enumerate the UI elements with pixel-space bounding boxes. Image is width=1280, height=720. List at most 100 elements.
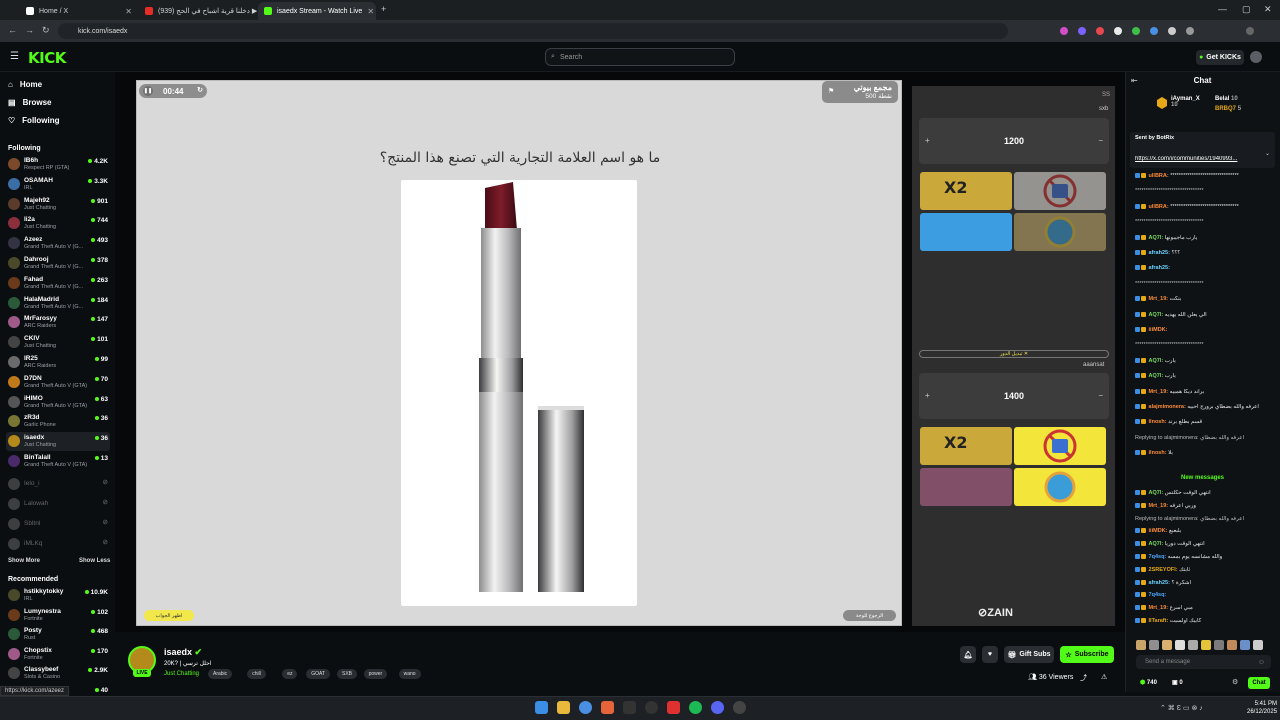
close-window-button[interactable]: ✕ [1264,4,1272,15]
show-more-button[interactable]: Show More [8,558,40,564]
chat-message[interactable]: Mrt_19: براند ديكا همبيه [1135,389,1273,396]
wheel-card[interactable] [1014,213,1106,251]
chat-username[interactable]: iiiMDK: [1149,528,1168,534]
chat-username[interactable]: ilnosh: [1149,419,1167,425]
send-chat-button[interactable]: Chat [1248,677,1270,689]
extension-icon[interactable] [1114,27,1122,35]
chat-message[interactable]: AQ7l: يارب ماجيبونها [1135,235,1273,242]
tag-pill[interactable]: Arabic [208,669,233,679]
chat-username[interactable]: ullBRA: [1149,204,1169,210]
brave-icon[interactable] [601,701,614,714]
subscribe-button[interactable]: ☆ Subscribe [1060,646,1114,663]
recommended-channel[interactable]: Posty Rust 468 [6,625,110,644]
app-icon[interactable] [645,701,658,714]
chat-username[interactable]: AQ7l: [1149,490,1164,496]
chat-message[interactable]: ******************************** [1135,188,1273,195]
chat-message[interactable]: ******************************** [1135,219,1273,226]
sidebar-channel[interactable]: Dahrooj Grand Theft Auto V (G... 378 [6,254,110,273]
reset-icon[interactable]: ↻ [197,86,203,94]
chat-username[interactable]: 2SREYOFI: [1149,567,1178,573]
chat-message[interactable]: AQ7l: يارب [1135,373,1273,380]
maximize-button[interactable]: ▢ [1242,4,1251,15]
extension-icon[interactable] [1060,27,1068,35]
chat-message[interactable]: iiiMDK: بلبعبع [1135,528,1273,535]
settings-icon[interactable]: ⚙ [1232,678,1238,686]
flag-icon[interactable]: ⚑ [828,87,834,96]
url-field[interactable]: kick.com/isaedx [58,23,1008,39]
leader-1[interactable]: iAyman_X 10 [1171,96,1200,108]
sidebar-channel[interactable]: isaedx Just Chatting 36 [6,432,110,452]
call-friend-card-team2[interactable] [920,468,1012,506]
report-icon[interactable]: ⚠ [1101,673,1107,681]
sidebar-channel[interactable]: iHIMO Grand Theft Auto V (GTA) 63 [6,393,110,412]
chat-message[interactable]: afrah25: اشكرة ؟ [1135,580,1273,587]
chat-username[interactable]: AQ7l: [1149,358,1164,364]
profile-icon[interactable] [1246,27,1254,35]
sidebar-channel[interactable]: Fahad Grand Theft Auto V (G... 263 [6,274,110,293]
browser-tab-youtube[interactable]: (939) دخلنا قرية اشباح في الحج ▶ ✕ [139,2,257,20]
chat-username[interactable]: afrah25: [1149,250,1170,256]
chat-username[interactable]: afrah25: [1149,580,1170,586]
chat-username[interactable]: AQ7l: [1149,541,1164,547]
chat-username[interactable]: Mrt_19: [1149,605,1169,611]
chat-message[interactable]: afrah25: [1135,265,1273,272]
emoji-icon[interactable]: ☺ [1258,659,1265,666]
chat-message[interactable]: AQ7l: الي يعلن الله يهديه [1135,312,1273,319]
sidebar-channel[interactable]: IB6h Respect RP (GTA) 4.2K [6,155,110,174]
tag-pill[interactable]: SXB [337,669,358,679]
chat-message[interactable]: AQ7l: يارب [1135,358,1273,365]
chat-username[interactable]: AQ7l: [1149,312,1164,318]
chat-message[interactable]: IITaraft: كابيك اولسيت [1135,618,1273,625]
chat-message[interactable]: ullBRA: ******************************** [1135,173,1273,180]
tag-pill[interactable]: GOAT [306,669,330,679]
app-icon[interactable] [733,701,746,714]
nav-browse[interactable]: ▤ Browse [8,98,51,107]
sidebar-channel[interactable]: Majeh92 Just Chatting 901 [6,195,110,214]
leader-3[interactable]: BRBQ7 5 [1215,106,1241,112]
nav-following[interactable]: ♡ Following [8,116,60,125]
chat-message[interactable]: iiiMDK: [1135,327,1273,334]
chat-message[interactable]: ******************************** [1135,281,1273,288]
chat-username[interactable]: afrah25: [1149,265,1170,271]
user-avatar[interactable] [1250,51,1262,63]
extension-icon[interactable] [1132,27,1140,35]
sidebar-channel[interactable]: MrFarosyy ARC Raiders 147 [6,313,110,332]
chat-message[interactable]: 2SREYOFI: ثابتك [1135,567,1273,574]
sidebar-channel[interactable]: D7DN Grand Theft Auto V (GTA) 70 [6,373,110,392]
show-less-button[interactable]: Show Less [79,558,110,564]
x2-card[interactable]: X2 [920,172,1012,210]
chat-message[interactable]: afrah25: ؟؟؟ [1135,250,1273,257]
recommended-channel[interactable]: Lumynestra Fortnite 102 [6,606,110,625]
chat-message[interactable]: 7q4sq: والله مشانسه يوم بمسه [1135,554,1273,561]
chat-message[interactable]: ullBRA: ******************************** [1135,204,1273,211]
block-card[interactable] [1014,172,1106,210]
new-tab-button[interactable]: + [381,4,386,14]
extension-icon[interactable] [1168,27,1176,35]
nav-home[interactable]: ⌂ Home [8,80,42,89]
sidebar-channel-offline[interactable]: Ielo_i ⊘ [6,475,110,494]
discord-icon[interactable] [711,701,724,714]
chat-username[interactable]: Mrt_19: [1149,389,1169,395]
reload-icon[interactable]: ↻ [42,25,50,36]
sidebar-channel[interactable]: Azeez Grand Theft Auto V (G... 493 [6,234,110,253]
chat-message[interactable]: AQ7l: انتهي الوقت دوريا [1135,541,1273,548]
kick-logo[interactable]: KICK [28,49,66,67]
chat-message[interactable]: ilnosh: قسم بطلع برند [1135,419,1273,426]
chat-message[interactable]: 7q4sq: [1135,592,1273,599]
change-turn-button[interactable]: تبديل الدور ✕ [919,350,1109,358]
add-icon[interactable]: + [925,373,930,419]
gift-count[interactable]: ▣ 0 [1172,679,1183,686]
chat-username[interactable]: Mrt_19: [1149,503,1169,509]
sidebar-channel[interactable]: BinTalall Grand Theft Auto V (GTA) 13 [6,452,110,471]
chat-message[interactable]: Replying to alajmimonera: اعرفه والله بض… [1135,516,1273,523]
minimize-button[interactable]: — [1218,4,1227,14]
tag-pill[interactable]: chill [247,669,266,679]
chrome-icon[interactable] [579,701,592,714]
notify-button[interactable]: 🔔︎ [960,646,976,663]
x2-card-team2[interactable]: X2 [920,427,1012,465]
recommended-channel[interactable]: Classybeef Slots & Casino 2.9K [6,664,110,683]
sidebar-channel[interactable]: zR3d Garlic Phone 36 [6,412,110,431]
add-icon[interactable]: + [925,118,930,164]
pinned-link[interactable]: https://x.com/i/communities/1940993... [1135,156,1263,162]
back-to-board-button[interactable]: الرجوع للوحة [843,610,896,621]
